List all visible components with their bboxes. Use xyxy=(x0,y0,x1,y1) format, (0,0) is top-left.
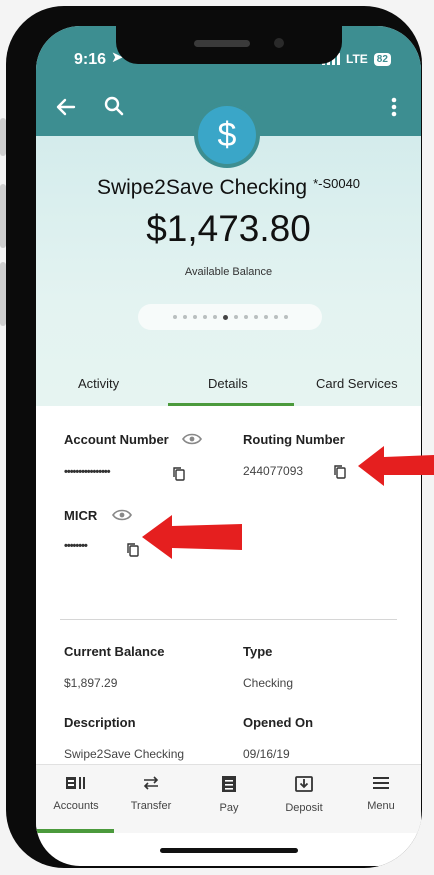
active-nav-indicator xyxy=(36,829,114,833)
side-button xyxy=(0,262,6,326)
status-time: 9:16 xyxy=(74,51,107,68)
pager-dot[interactable] xyxy=(172,315,177,319)
nav-label: Menu xyxy=(367,800,395,812)
pager-dot[interactable] xyxy=(243,315,248,319)
search-icon[interactable] xyxy=(104,96,124,116)
tab-details[interactable]: Details xyxy=(208,376,248,391)
account-name: Swipe2Save Checking xyxy=(96,176,308,199)
routing-number-value: 244077093 xyxy=(243,464,304,478)
opened-on-value: 09/16/19 xyxy=(243,747,290,761)
back-arrow-icon[interactable] xyxy=(56,98,76,116)
pager-dot[interactable] xyxy=(182,315,187,319)
type-value: Checking xyxy=(243,676,294,690)
transfer-icon xyxy=(143,776,159,790)
device-notch xyxy=(116,26,342,64)
nav-pay[interactable]: Pay xyxy=(194,775,264,814)
copy-icon[interactable] xyxy=(172,466,186,482)
pay-icon xyxy=(222,776,236,792)
section-divider xyxy=(60,619,397,620)
camera xyxy=(274,38,284,48)
tab-card-services[interactable]: Card Services xyxy=(316,376,398,391)
nav-transfer[interactable]: Transfer xyxy=(116,775,186,812)
pager-dot[interactable] xyxy=(233,315,238,319)
pager-dot[interactable] xyxy=(253,315,258,319)
account-balance: $1,473.80 xyxy=(146,208,311,249)
description-label: Description xyxy=(64,715,136,730)
network-label: LTE xyxy=(346,52,368,66)
account-suffix: *-S0040 xyxy=(313,176,361,191)
more-options-icon[interactable] xyxy=(390,96,398,118)
nav-accounts[interactable]: Accounts xyxy=(41,775,111,812)
dollar-icon: $ xyxy=(198,106,256,164)
account-number-value: •••••••••••••••• xyxy=(64,466,111,478)
red-arrow-annotation xyxy=(142,515,242,559)
eye-icon[interactable] xyxy=(182,432,202,446)
side-button xyxy=(0,184,6,248)
phone-frame: 9:16 ➤ LTE 82 $ Swipe2Save Checking *-S00… xyxy=(6,6,422,868)
pager-dot[interactable] xyxy=(283,315,288,319)
account-title: Swipe2Save Checking *-S0040 xyxy=(36,176,421,200)
eye-icon[interactable] xyxy=(112,508,132,522)
pager-dot[interactable] xyxy=(192,315,197,319)
red-arrow-annotation xyxy=(358,446,434,486)
pager-dot[interactable] xyxy=(212,315,217,319)
type-label: Type xyxy=(243,644,273,659)
nav-label: Transfer xyxy=(130,800,172,812)
pager-dot[interactable] xyxy=(263,315,268,319)
description-value: Swipe2Save Checking xyxy=(64,747,185,761)
nav-label: Accounts xyxy=(53,800,99,812)
menu-icon xyxy=(373,777,389,789)
tab-activity[interactable]: Activity xyxy=(78,376,119,391)
nav-menu[interactable]: Menu xyxy=(346,775,416,812)
nav-label: Deposit xyxy=(285,802,323,814)
pager-dot[interactable] xyxy=(202,315,207,319)
home-indicator xyxy=(160,848,298,853)
opened-on-label: Opened On xyxy=(243,715,314,730)
nav-label: Pay xyxy=(219,802,239,814)
side-button xyxy=(0,118,6,156)
copy-icon[interactable] xyxy=(333,464,347,480)
battery-icon: 82 xyxy=(373,52,391,66)
pager-dot[interactable] xyxy=(222,314,228,320)
balance-label: Available Balance xyxy=(184,266,273,278)
nav-deposit[interactable]: Deposit xyxy=(269,775,339,814)
bottom-navigation: Accounts Transfer Pay Deposit Menu xyxy=(36,764,421,833)
accounts-icon xyxy=(66,777,85,789)
routing-number-label: Routing Number xyxy=(243,432,345,447)
speaker xyxy=(194,40,250,47)
tab-bar: Activity Details Card Services xyxy=(36,376,421,406)
account-number-label: Account Number xyxy=(64,432,169,447)
deposit-icon xyxy=(295,776,313,792)
account-pager[interactable] xyxy=(138,304,322,330)
current-balance-value: $1,897.29 xyxy=(64,676,118,690)
pager-dot[interactable] xyxy=(273,315,278,319)
micr-value: •••••••• xyxy=(64,540,88,552)
current-balance-label: Current Balance xyxy=(64,644,165,659)
micr-label: MICR xyxy=(64,508,98,523)
